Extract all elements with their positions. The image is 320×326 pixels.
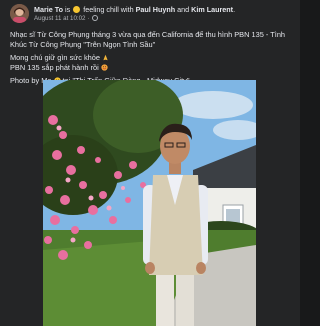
- smile-emoji-icon: [73, 6, 81, 13]
- meta-separator: ·: [87, 15, 90, 22]
- caption-paragraph-1: Nhạc sĩ Từ Công Phụng tháng 3 vừa qua đế…: [10, 30, 286, 49]
- praying-hands-icon: [103, 54, 108, 61]
- author-name[interactable]: Marie To: [34, 5, 63, 14]
- photo-image: [43, 80, 256, 326]
- caption-line-3: PBN 135 sắp phát hành rồi: [10, 62, 99, 72]
- avatar-image: [10, 4, 29, 23]
- tagged-user-2[interactable]: Kim Laurent: [191, 5, 233, 14]
- post-card: Marie To is feeling chill with Paul Huyn…: [0, 0, 300, 326]
- globe-icon: [92, 15, 99, 21]
- smiling-face-icon: [101, 63, 108, 71]
- tagged-user-1[interactable]: Paul Huynh: [136, 5, 176, 14]
- conjunction: and: [177, 5, 190, 14]
- caption-line-2: Mong chú giữ gìn sức khỏe: [10, 53, 101, 62]
- post-photo[interactable]: [43, 80, 256, 326]
- author-line: Marie To is feeling chill with Paul Huyn…: [34, 5, 236, 14]
- post-timestamp[interactable]: August 11 at 10:02: [34, 15, 86, 22]
- caption-paragraph-2: Mong chú giữ gìn sức khỏe: [10, 53, 292, 63]
- feeling-text: feeling chill with: [83, 5, 134, 14]
- author-avatar[interactable]: [10, 4, 29, 23]
- post-header: Marie To is feeling chill with Paul Huyn…: [10, 4, 290, 26]
- caption-paragraph-3: PBN 135 sắp phát hành rồi: [10, 63, 292, 73]
- post-meta: August 11 at 10:02 ·: [34, 15, 99, 23]
- feeling-prefix: is: [65, 5, 71, 14]
